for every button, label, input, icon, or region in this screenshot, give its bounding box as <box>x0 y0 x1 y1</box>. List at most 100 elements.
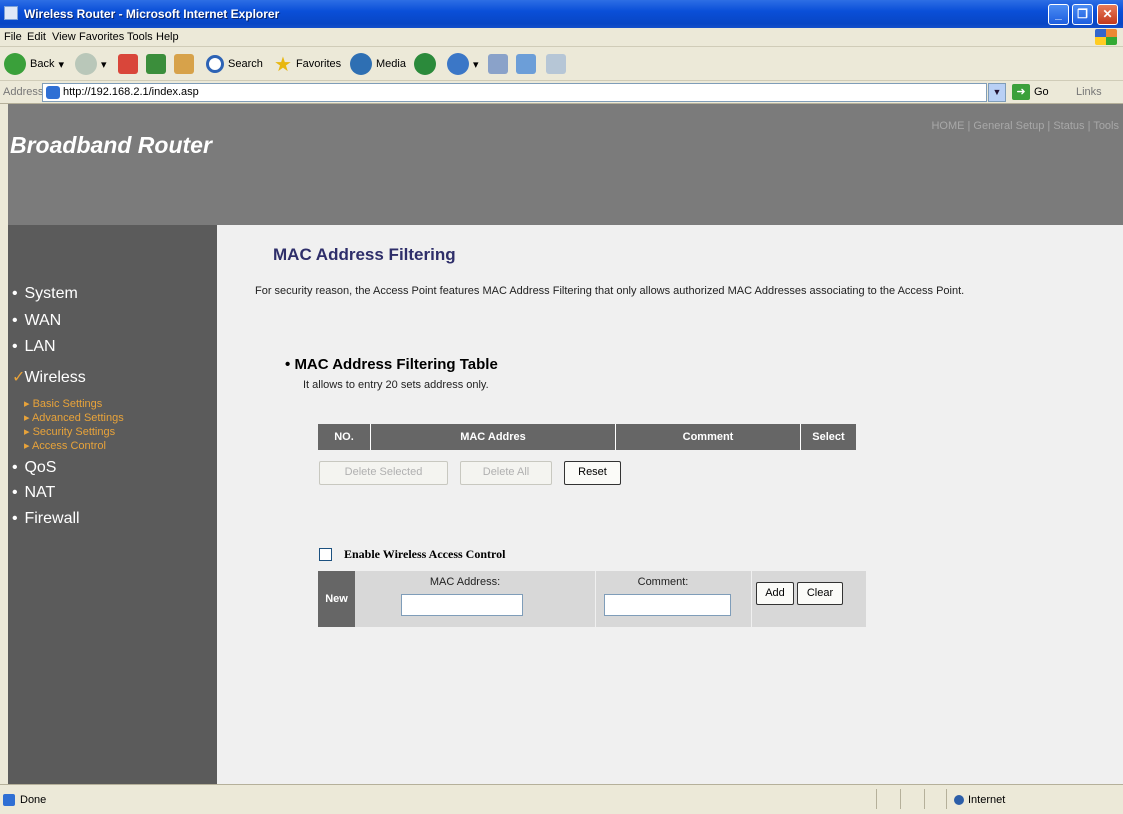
menu-view[interactable]: View <box>52 31 76 43</box>
sidebar-subitem-basic-settings[interactable]: ▸ Basic Settings <box>24 397 102 410</box>
sidebar-subitem-access-control[interactable]: ▸ Access Control <box>24 439 106 452</box>
address-input[interactable]: http://192.168.2.1/index.asp <box>42 83 987 102</box>
back-arrow-icon <box>4 53 26 75</box>
home-icon <box>174 54 194 74</box>
router-header: Broadband Router HOME | General Setup | … <box>8 104 1123 225</box>
favorites-button[interactable]: ★ Favorites <box>274 52 341 76</box>
nav-tools[interactable]: Tools <box>1093 120 1119 132</box>
reset-button[interactable]: Reset <box>564 461 621 485</box>
refresh-icon <box>146 54 166 74</box>
history-icon <box>414 53 436 75</box>
sidebar-item-nat[interactable]: • NAT <box>12 484 55 502</box>
comment-input[interactable] <box>604 594 731 616</box>
menu-help[interactable]: Help <box>156 31 179 43</box>
sidebar-item-label: System <box>24 285 78 302</box>
windows-flag-icon <box>1095 29 1117 45</box>
status-separator <box>876 789 877 809</box>
sidebar-item-wan[interactable]: • WAN <box>12 312 61 330</box>
bullet: • <box>12 484 18 501</box>
sidebar-item-wireless[interactable]: ✓ Wireless <box>12 367 86 387</box>
menu-favorites[interactable]: Favorites <box>79 31 124 43</box>
sidebar-item-label: WAN <box>24 312 62 329</box>
page-icon <box>46 86 60 99</box>
check-icon: ✓ <box>12 369 26 386</box>
new-entry-form: New MAC Address: Comment: Add Clear <box>318 571 866 627</box>
column-header-no: NO. <box>318 424 371 450</box>
stop-button[interactable] <box>118 52 138 76</box>
go-label: Go <box>1034 86 1049 98</box>
nav-separator: | <box>1047 120 1051 132</box>
comment-label: Comment: <box>637 576 689 588</box>
chevron-down-icon: ▾ <box>101 58 107 71</box>
address-url: http://192.168.2.1/index.asp <box>63 86 199 98</box>
sidebar-item-label: LAN <box>24 338 56 355</box>
mac-address-input[interactable] <box>401 594 523 616</box>
column-header-select: Select <box>812 431 845 443</box>
status-bar: Done Internet <box>0 784 1123 814</box>
sidebar-item-qos[interactable]: • QoS <box>12 459 56 477</box>
address-label: Address <box>3 86 44 98</box>
forward-button[interactable]: ▾ <box>75 52 107 76</box>
sidebar: • System • WAN • LAN ✓ Wireless ▸ Basic … <box>8 225 217 784</box>
delete-all-button[interactable]: Delete All <box>460 461 552 485</box>
sidebar-subitem-security-settings[interactable]: ▸ Security Settings <box>24 425 115 438</box>
sidebar-item-firewall[interactable]: • Firewall <box>12 510 80 528</box>
sidebar-item-lan[interactable]: • LAN <box>12 338 56 356</box>
nav-separator: | <box>1087 120 1091 132</box>
nav-home[interactable]: HOME <box>931 120 964 132</box>
address-dropdown-button[interactable]: ▼ <box>988 83 1006 102</box>
nav-separator: | <box>967 120 971 132</box>
section-note: It allows to entry 20 sets address only. <box>303 379 489 391</box>
history-button[interactable] <box>414 52 436 76</box>
forward-arrow-icon <box>75 53 97 75</box>
nav-status[interactable]: Status <box>1053 120 1084 132</box>
enable-access-control-label: Enable Wireless Access Control <box>344 547 506 561</box>
page-title: MAC Address Filtering <box>273 245 456 264</box>
sidebar-item-label: NAT <box>24 484 56 501</box>
media-button[interactable]: Media <box>350 52 406 76</box>
close-button[interactable]: ✕ <box>1097 4 1118 25</box>
refresh-button[interactable] <box>146 52 166 76</box>
top-navigation: HOME | General Setup | Status | Tools <box>931 120 1119 132</box>
form-divider <box>751 571 752 627</box>
ie-app-icon <box>4 6 18 20</box>
sidebar-item-label: Wireless <box>24 369 86 386</box>
column-header-mac: MAC Addres <box>371 424 616 450</box>
window-titlebar: Wireless Router - Microsoft Internet Exp… <box>0 0 1123 28</box>
chevron-down-icon: ▾ <box>58 58 64 71</box>
sidebar-subitem-advanced-settings[interactable]: ▸ Advanced Settings <box>24 411 124 424</box>
nav-general-setup[interactable]: General Setup <box>973 120 1044 132</box>
bullet: • <box>12 338 18 355</box>
sidebar-item-label: QoS <box>24 459 57 476</box>
links-button[interactable]: Links <box>1076 86 1102 98</box>
minimize-button[interactable]: _ <box>1048 4 1069 25</box>
go-button[interactable]: ➜ Go <box>1012 84 1049 100</box>
stop-icon <box>118 54 138 74</box>
status-separator <box>900 789 901 809</box>
security-zone: Internet <box>968 794 1006 806</box>
print-button[interactable] <box>488 52 508 76</box>
clear-button[interactable]: Clear <box>797 582 843 605</box>
page-description: For security reason, the Access Point fe… <box>255 285 965 297</box>
address-bar: Address http://192.168.2.1/index.asp ▼ ➜… <box>0 81 1123 104</box>
back-button[interactable]: Back ▾ <box>4 52 64 76</box>
menu-file[interactable]: File <box>4 31 22 43</box>
maximize-button[interactable]: ❐ <box>1072 4 1093 25</box>
print-icon <box>488 54 508 74</box>
mail-button[interactable]: ▾ <box>447 52 479 76</box>
menu-edit[interactable]: Edit <box>27 31 46 43</box>
home-button[interactable] <box>174 52 194 76</box>
add-button[interactable]: Add <box>756 582 794 605</box>
enable-access-control-checkbox[interactable] <box>319 548 332 561</box>
bullet: • <box>12 312 18 329</box>
discuss-button[interactable] <box>546 52 566 76</box>
mail-icon <box>447 53 469 75</box>
brand-title: Broadband Router <box>10 132 212 158</box>
search-label: Search <box>228 58 263 70</box>
bullet: • <box>12 459 18 476</box>
sidebar-item-system[interactable]: • System <box>12 285 78 303</box>
edit-button[interactable] <box>516 52 536 76</box>
search-button[interactable]: Search <box>206 52 263 76</box>
delete-selected-button[interactable]: Delete Selected <box>319 461 448 485</box>
menu-tools[interactable]: Tools <box>127 31 153 43</box>
